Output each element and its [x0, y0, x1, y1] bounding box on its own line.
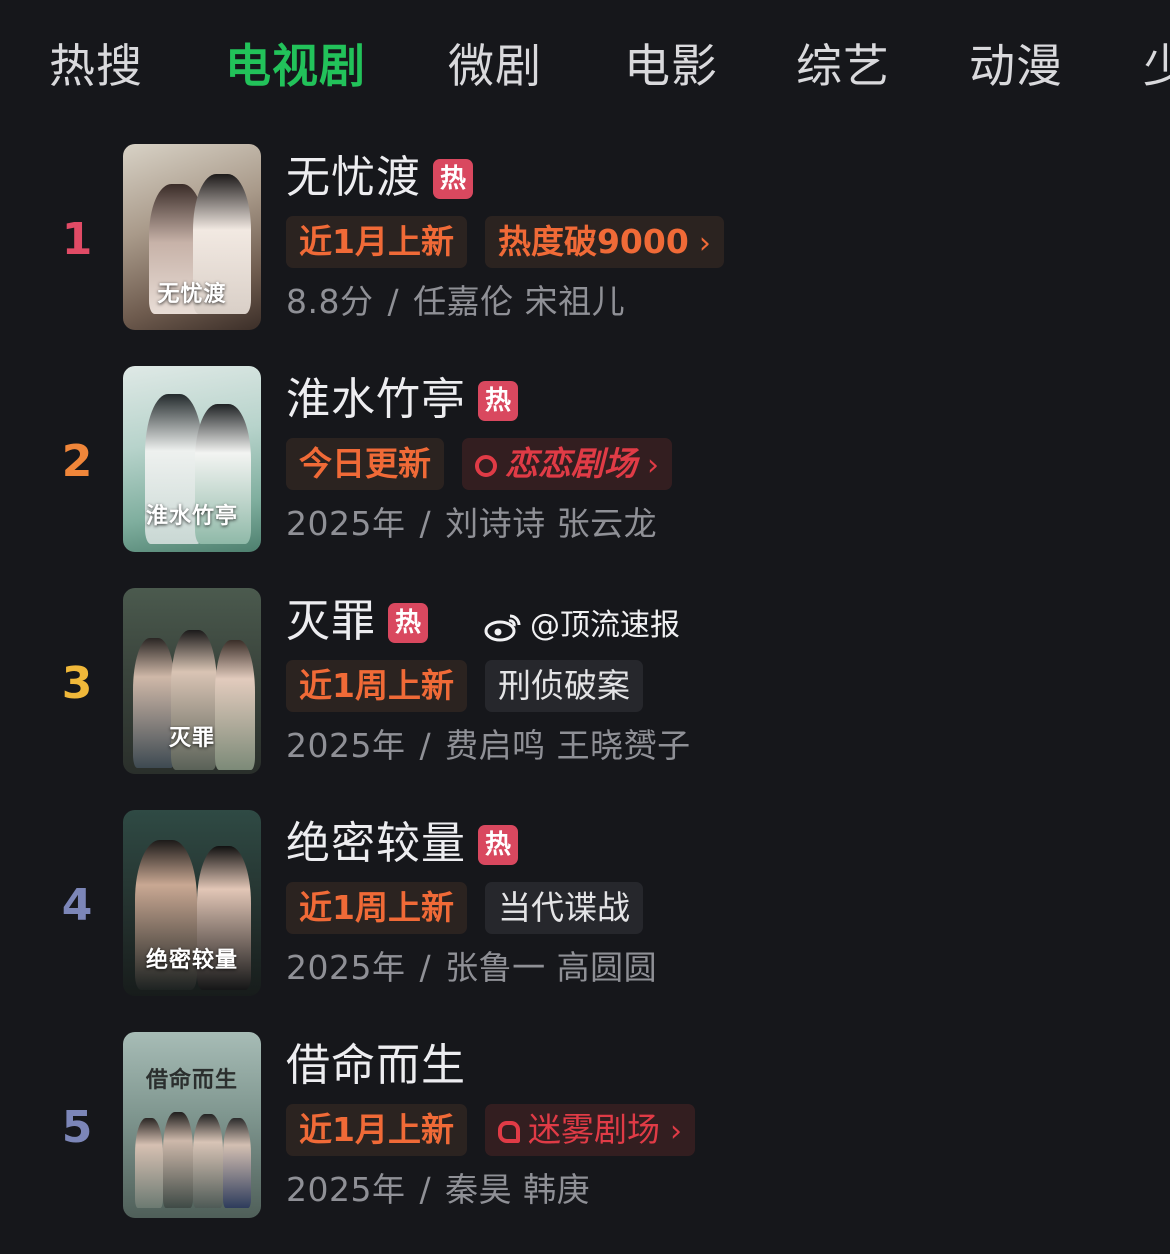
poster-image[interactable]: 灭罪: [123, 588, 261, 774]
poster-image[interactable]: 借命而生: [123, 1032, 261, 1218]
update-tag: 近1月上新: [286, 1104, 467, 1156]
poster-title: 绝密较量: [145, 947, 238, 973]
tab-partial-next[interactable]: 少: [1143, 38, 1170, 94]
drama-title[interactable]: 绝密较量: [286, 816, 466, 872]
tab-movie[interactable]: 电影: [624, 38, 718, 94]
separator: /: [419, 1170, 432, 1209]
genre-tag[interactable]: 刑侦破案: [484, 660, 643, 712]
meta-line: 2025年 / 刘诗诗 张云龙: [286, 502, 657, 546]
genre-tag[interactable]: 当代谍战: [484, 882, 643, 934]
heat-tag-button[interactable]: 热度破9000 ›: [484, 216, 724, 268]
heart-logo-icon: [475, 454, 497, 477]
list-item[interactable]: 4 绝密较量 绝密较量 热 近1周上新 当代谍战 2025年 / 张鲁一 高圆圆: [0, 810, 1170, 1032]
mist-logo-icon: [497, 1120, 520, 1143]
heat-tag-label: 热度破9000: [497, 222, 689, 261]
list-item[interactable]: 1 无忧渡 无忧渡 热 近1月上新 热度破9000 › 8.8分 / 任嘉伦 宋祖儿: [0, 144, 1170, 366]
cast: 刘诗诗 张云龙: [445, 504, 658, 543]
chevron-right-icon: ›: [669, 1114, 682, 1149]
chevron-right-icon: ›: [647, 448, 659, 483]
rank-number: 1: [61, 214, 93, 265]
tab-hot-search[interactable]: 热搜: [49, 38, 143, 94]
update-tag: 近1周上新: [286, 882, 467, 934]
theater-tag-button[interactable]: 恋恋剧场 ›: [462, 438, 672, 490]
category-tabs: 热搜 电视剧 微剧 电影 综艺 动漫 少: [0, 30, 1170, 110]
poster-title: 无忧渡: [157, 281, 227, 307]
poster-title: 灭罪: [168, 725, 215, 751]
update-tag: 近1周上新: [286, 660, 467, 712]
hot-badge: 热: [433, 159, 473, 199]
drama-title[interactable]: 灭罪: [286, 594, 376, 650]
poster-image[interactable]: 淮水竹亭: [123, 366, 261, 552]
rank-number: 4: [61, 880, 93, 931]
separator: /: [419, 726, 432, 765]
separator: /: [419, 504, 432, 543]
drama-title[interactable]: 淮水竹亭: [286, 372, 466, 428]
poster-title: 淮水竹亭: [145, 503, 238, 529]
cast: 任嘉伦 宋祖儿: [413, 282, 626, 321]
poster-image[interactable]: 无忧渡: [123, 144, 261, 330]
drama-title[interactable]: 借命而生: [286, 1038, 466, 1094]
list-item[interactable]: 5 借命而生 借命而生 近1月上新 迷雾剧场 › 2025年 / 秦昊 韩庚: [0, 1032, 1170, 1254]
hot-badge: 热: [478, 825, 518, 865]
year: 2025年: [286, 1170, 406, 1209]
rank-number: 5: [61, 1102, 93, 1153]
rating: 8.8分: [286, 282, 374, 321]
meta-line: 2025年 / 费启鸣 王晓赟子: [286, 724, 691, 768]
chevron-right-icon: ›: [698, 226, 711, 261]
tab-tv-series[interactable]: 电视剧: [225, 38, 366, 94]
list-item[interactable]: 2 淮水竹亭 淮水竹亭 热 今日更新 恋恋剧场 › 2025年 / 刘诗诗 张云龙: [0, 366, 1170, 588]
tab-anime[interactable]: 动漫: [969, 38, 1063, 94]
meta-line: 2025年 / 秦昊 韩庚: [286, 1168, 590, 1212]
theater-tag-button[interactable]: 迷雾剧场 ›: [484, 1104, 695, 1156]
hot-badge: 热: [388, 603, 428, 643]
poster-image[interactable]: 绝密较量: [123, 810, 261, 996]
update-tag: 近1月上新: [286, 216, 467, 268]
update-tag: 今日更新: [286, 438, 444, 490]
poster-title: 借命而生: [145, 1067, 238, 1093]
year: 2025年: [286, 948, 406, 987]
year: 2025年: [286, 504, 406, 543]
cast: 费启鸣 王晓赟子: [445, 726, 691, 765]
meta-line: 8.8分 / 任嘉伦 宋祖儿: [286, 280, 625, 324]
tab-variety[interactable]: 综艺: [796, 38, 890, 94]
list-item[interactable]: 3 灭罪 灭罪 热 近1周上新 刑侦破案 2025年 / 费启鸣 王晓赟子: [0, 588, 1170, 810]
separator: /: [419, 948, 432, 987]
rank-number: 3: [61, 658, 93, 709]
cast: 张鲁一 高圆圆: [445, 948, 658, 987]
separator: /: [387, 282, 400, 321]
drama-title[interactable]: 无忧渡: [286, 150, 421, 206]
rank-number: 2: [61, 436, 93, 487]
tab-micro-drama[interactable]: 微剧: [448, 38, 542, 94]
hot-badge: 热: [478, 381, 518, 421]
meta-line: 2025年 / 张鲁一 高圆圆: [286, 946, 657, 990]
theater-label: 迷雾剧场: [527, 1110, 660, 1149]
theater-label: 恋恋剧场: [505, 444, 637, 483]
cast: 秦昊 韩庚: [445, 1170, 591, 1209]
year: 2025年: [286, 726, 406, 765]
